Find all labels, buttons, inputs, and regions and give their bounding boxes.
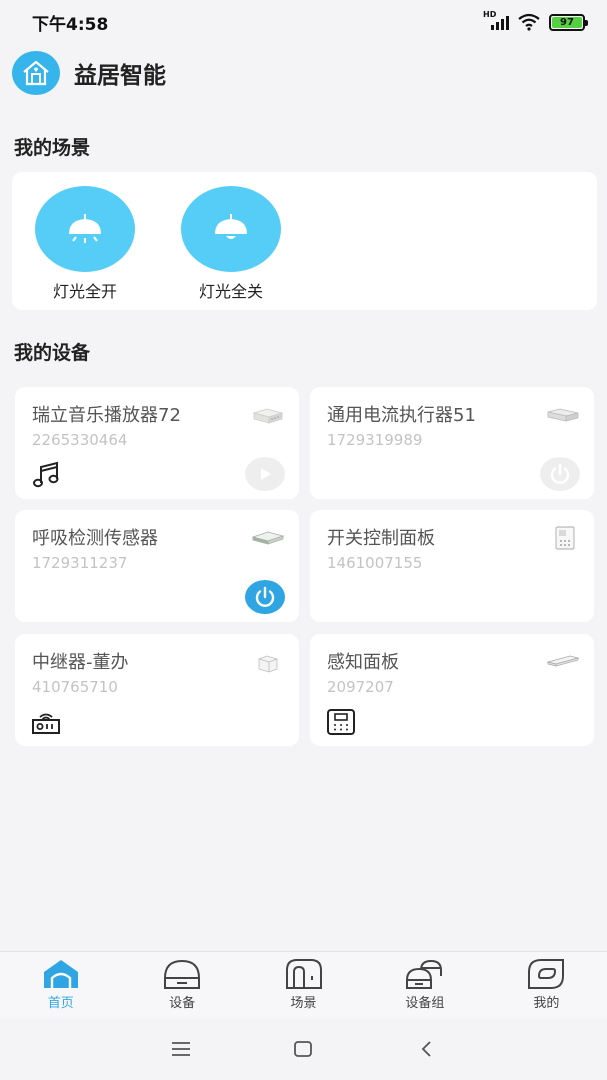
- device-group-icon: [405, 959, 442, 989]
- power-button[interactable]: [245, 580, 285, 614]
- device-id: 410765710: [32, 678, 118, 696]
- device-thumbnail-icon: [252, 408, 284, 424]
- back-icon: [421, 1041, 431, 1057]
- device-thumbnail-icon: [555, 526, 575, 550]
- tab-profile[interactable]: 我的: [486, 952, 607, 1018]
- scene-item-all-off[interactable]: 灯光全关: [176, 186, 286, 302]
- scene-label: 灯光全开: [52, 282, 117, 301]
- device-name: 开关控制面板: [327, 528, 435, 549]
- signal-icon: HD: [483, 10, 509, 32]
- system-home-button[interactable]: [283, 1029, 323, 1069]
- battery-level: 97: [552, 16, 582, 28]
- menu-button[interactable]: [161, 1029, 201, 1069]
- device-thumbnail-icon: [546, 655, 580, 667]
- profile-icon: [528, 959, 565, 989]
- device-card-music-player[interactable]: 瑞立音乐播放器72 2265330464: [15, 387, 299, 499]
- tab-devices[interactable]: 设备: [121, 952, 242, 1018]
- devices-section-title: 我的设备: [14, 342, 91, 364]
- device-thumbnail-icon: [258, 655, 278, 673]
- tab-label: 设备组: [405, 996, 445, 1011]
- device-card-breath-sensor[interactable]: 呼吸检测传感器 1729311237: [15, 510, 299, 622]
- home-logo-icon: [12, 51, 60, 95]
- status-time: 下午4:58: [32, 14, 109, 35]
- wifi-icon: [518, 13, 540, 31]
- menu-icon: [172, 1042, 191, 1056]
- system-nav-bar: [0, 1018, 607, 1080]
- panel-icon: [327, 709, 355, 735]
- tab-label: 我的: [533, 996, 560, 1011]
- scene-label: 灯光全关: [198, 282, 263, 301]
- tab-label: 首页: [47, 996, 74, 1011]
- music-note-icon: [33, 461, 59, 488]
- bottom-tab-bar: 首页 设备 场景 设备组 我的: [0, 951, 607, 1018]
- home-square-icon: [294, 1041, 313, 1057]
- power-icon: [550, 463, 570, 484]
- power-button[interactable]: [540, 457, 580, 491]
- device-id: 2097207: [327, 678, 394, 696]
- device-id: 1461007155: [327, 554, 423, 572]
- device-thumbnail-icon: [251, 531, 285, 545]
- scene-icon: [285, 959, 322, 989]
- scenes-card: 灯光全开 灯光全关: [12, 172, 597, 310]
- lamp-off-icon: [181, 186, 281, 272]
- device-card-repeater[interactable]: 中继器-董办 410765710: [15, 634, 299, 746]
- app-title: 益居智能: [74, 63, 166, 89]
- device-id: 1729319989: [327, 431, 423, 449]
- back-button[interactable]: [406, 1029, 446, 1069]
- lamp-on-icon: [35, 186, 135, 272]
- tab-scenes[interactable]: 场景: [243, 952, 364, 1018]
- device-card-switch-panel[interactable]: 开关控制面板 1461007155: [310, 510, 594, 622]
- device-name: 感知面板: [327, 652, 399, 673]
- status-bar: 下午4:58 HD 97: [0, 0, 607, 44]
- play-icon: [261, 468, 271, 480]
- tab-home[interactable]: 首页: [0, 952, 121, 1018]
- scenes-section-title: 我的场景: [14, 137, 91, 159]
- device-name: 中继器-董办: [32, 652, 129, 673]
- device-card-sensing-panel[interactable]: 感知面板 2097207: [310, 634, 594, 746]
- device-id: 2265330464: [32, 431, 128, 449]
- tab-label: 设备: [169, 996, 196, 1011]
- power-icon: [255, 586, 275, 607]
- battery-icon: 97: [549, 13, 588, 31]
- device-name: 通用电流执行器51: [327, 405, 476, 426]
- scene-item-all-on[interactable]: 灯光全开: [30, 186, 140, 302]
- router-icon: [32, 713, 60, 734]
- device-name: 瑞立音乐播放器72: [32, 405, 181, 426]
- tab-label: 场景: [290, 996, 317, 1011]
- device-icon: [164, 959, 201, 989]
- device-id: 1729311237: [32, 554, 128, 572]
- device-card-current-actuator[interactable]: 通用电流执行器51 1729319989: [310, 387, 594, 499]
- tab-device-groups[interactable]: 设备组: [364, 952, 485, 1018]
- device-thumbnail-icon: [547, 408, 579, 422]
- home-icon: [43, 960, 78, 988]
- play-button[interactable]: [245, 457, 285, 491]
- status-icons: HD 97: [483, 10, 588, 32]
- device-name: 呼吸检测传感器: [32, 528, 158, 549]
- app-header: 益居智能: [12, 50, 166, 96]
